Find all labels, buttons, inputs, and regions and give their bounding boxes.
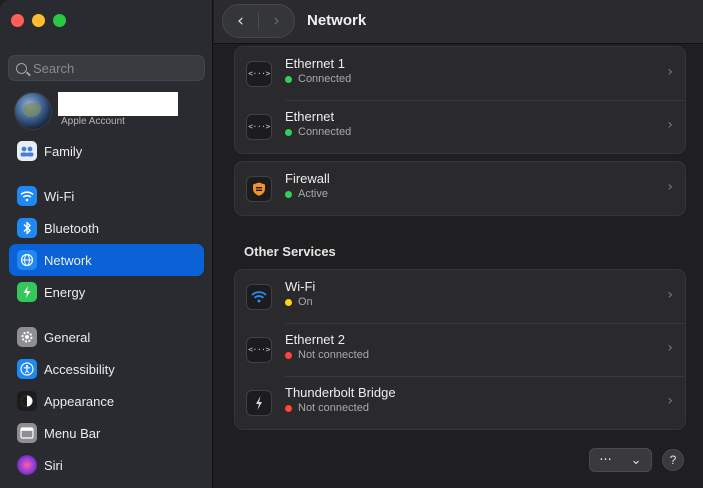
back-button[interactable]: ‹ (223, 5, 258, 37)
service-status: Not connected (298, 402, 369, 414)
chevron-left-icon: ‹ (237, 11, 244, 31)
sidebar-item-label: Menu Bar (44, 425, 101, 441)
service-title: Ethernet 1 (285, 56, 345, 71)
sidebar-item-energy[interactable]: Energy (9, 276, 204, 308)
sidebar-item-siri[interactable]: Siri (9, 449, 204, 481)
service-row-ethernet-1[interactable]: <···> Ethernet 1 Connected › (235, 47, 685, 100)
status-dot (285, 190, 292, 198)
sidebar-item-network[interactable]: Network (9, 244, 204, 276)
sidebar-item-appearance[interactable]: Appearance (9, 385, 204, 417)
other-services-group: Wi-Fi On › <···> Ethernet 2 Not connecte… (234, 269, 686, 430)
ethernet-icon: <···> (246, 113, 272, 140)
search-icon (16, 62, 27, 74)
page-title: Network (307, 12, 367, 29)
sidebar-item-label: Network (44, 252, 92, 268)
family-icon (17, 141, 37, 161)
main-pane: ‹ › Network <···> Ethernet 1 Connected ›… (214, 0, 703, 488)
service-title: Ethernet (285, 109, 335, 124)
service-status: Connected (298, 126, 352, 138)
search-input[interactable] (33, 60, 193, 76)
service-status: Not connected (298, 349, 369, 361)
sidebar-item-accessibility[interactable]: Accessibility (9, 353, 204, 385)
account-name-redacted (58, 92, 178, 116)
status-dot (285, 351, 292, 359)
chevron-right-icon: › (667, 287, 673, 303)
sidebar-item-label: Appearance (44, 393, 115, 409)
chevron-right-icon: › (667, 340, 673, 356)
sidebar-item-label: Energy (44, 284, 86, 300)
globe-icon (17, 250, 37, 270)
firewall-row[interactable]: Firewall Active › (235, 162, 685, 215)
chevron-down-icon: ⌄ (630, 452, 642, 468)
status-dot (285, 128, 292, 136)
sidebar: Apple Account Family Wi-Fi Bluetooth Net… (0, 0, 213, 488)
sidebar-item-wifi[interactable]: Wi-Fi (9, 180, 204, 212)
service-row-ethernet[interactable]: <···> Ethernet Connected › (235, 100, 685, 153)
status-dot (285, 298, 292, 306)
services-group: <···> Ethernet 1 Connected › <···> Ether… (234, 46, 686, 154)
sidebar-item-label: Bluetooth (44, 220, 99, 236)
chevron-right-icon: › (667, 179, 673, 195)
search-field[interactable] (8, 55, 205, 81)
chevron-right-icon: › (667, 64, 673, 80)
navigation-buttons: ‹ › (222, 4, 295, 38)
firewall-title: Firewall (285, 171, 330, 186)
chevron-right-icon: › (667, 393, 673, 409)
chevron-right-icon: › (273, 11, 280, 31)
sidebar-item-label: Accessibility (44, 361, 115, 377)
ethernet-icon: <···> (246, 336, 272, 363)
more-actions-button[interactable]: ··· ⌄ (589, 448, 652, 472)
bluetooth-icon (17, 218, 37, 238)
service-title: Thunderbolt Bridge (285, 385, 396, 400)
help-button[interactable]: ? (662, 449, 684, 471)
appearance-icon (17, 391, 37, 411)
accessibility-icon (17, 359, 37, 379)
gear-icon (17, 327, 37, 347)
section-heading: Other Services (244, 244, 336, 259)
sidebar-item-family[interactable]: Family (9, 135, 204, 167)
zoom-window-button[interactable] (53, 14, 66, 27)
sidebar-item-label: Siri (44, 457, 63, 473)
ellipsis-icon: ··· (599, 452, 612, 468)
sidebar-item-bluetooth[interactable]: Bluetooth (9, 212, 204, 244)
thunderbolt-icon (246, 389, 272, 416)
toolbar: ‹ › Network (214, 0, 703, 44)
minimize-window-button[interactable] (32, 14, 45, 27)
firewall-group: Firewall Active › (234, 161, 686, 216)
service-row-thunderbolt-bridge[interactable]: Thunderbolt Bridge Not connected › (235, 376, 685, 429)
status-dot (285, 75, 292, 83)
window-controls (11, 14, 66, 27)
service-title: Ethernet 2 (285, 332, 345, 347)
sidebar-item-general[interactable]: General (9, 321, 204, 353)
forward-button[interactable]: › (259, 5, 294, 37)
chevron-right-icon: › (667, 117, 673, 133)
siri-icon (17, 455, 37, 475)
sidebar-item-label: Family (44, 143, 83, 159)
firewall-status: Active (298, 188, 328, 200)
wifi-icon (17, 186, 37, 206)
sidebar-item-label: Wi-Fi (44, 188, 75, 204)
account-subtitle: Apple Account (61, 116, 125, 127)
service-title: Wi-Fi (285, 279, 316, 294)
service-row-wifi[interactable]: Wi-Fi On › (235, 270, 685, 323)
sidebar-item-label: General (44, 329, 91, 345)
ethernet-icon: <···> (246, 60, 272, 87)
menubar-icon (17, 423, 37, 443)
service-status: On (298, 296, 313, 308)
service-row-ethernet-2[interactable]: <···> Ethernet 2 Not connected › (235, 323, 685, 376)
service-status: Connected (298, 73, 352, 85)
avatar (14, 92, 52, 130)
status-dot (285, 404, 292, 412)
apple-account-item[interactable]: Apple Account (14, 92, 204, 132)
close-window-button[interactable] (11, 14, 24, 27)
sidebar-item-menu-bar[interactable]: Menu Bar (9, 417, 204, 449)
wifi-icon (246, 283, 272, 310)
firewall-icon (246, 175, 272, 202)
bolt-icon (17, 282, 37, 302)
